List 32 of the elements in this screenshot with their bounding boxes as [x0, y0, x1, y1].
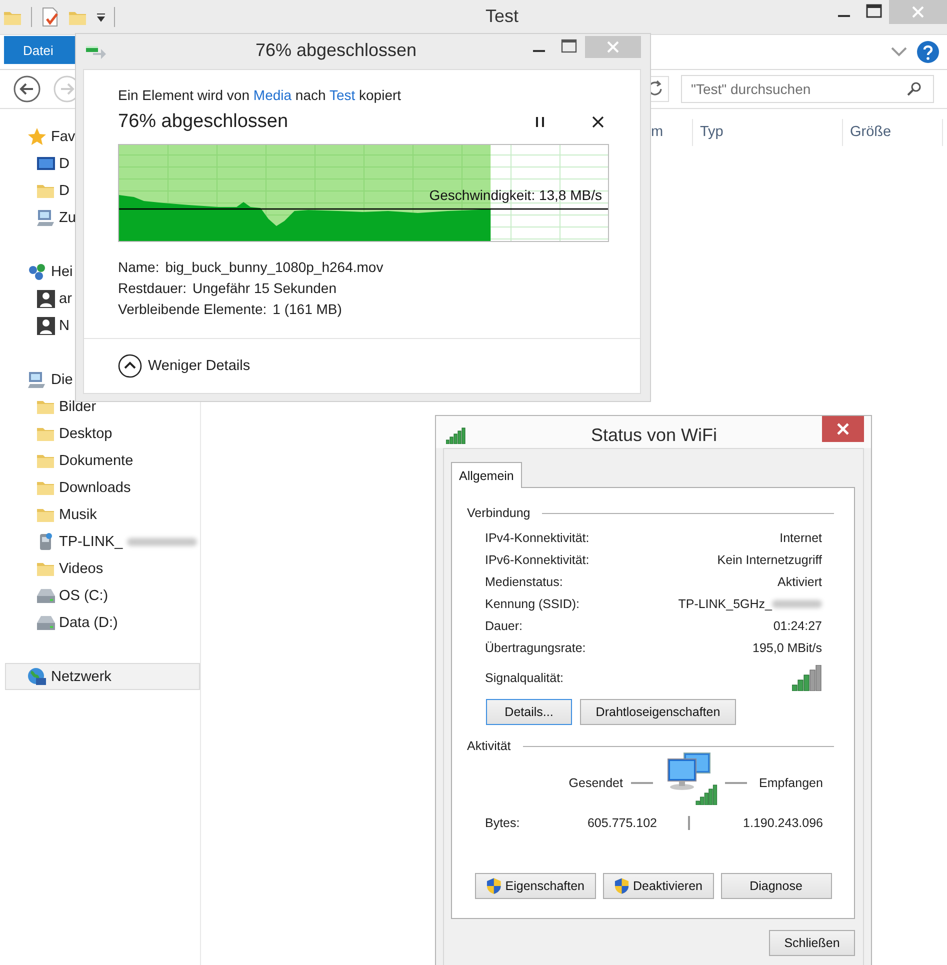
status-message: Ein Element wird von Media nach Test kopiert — [118, 87, 402, 103]
window-title: Status von WiFi — [590, 424, 718, 446]
field-label: IPv4-Konnektivität: — [485, 531, 590, 545]
field-label: IPv6-Konnektivität: — [485, 553, 590, 567]
field-label: Dauer: — [485, 619, 524, 633]
field-label: Übertragungsrate: — [485, 641, 587, 655]
detail-label: Verbleibende Elemente: — [118, 301, 267, 317]
bytes-label: Bytes: — [485, 816, 521, 830]
field-label: Kennung (SSID): — [485, 597, 580, 611]
field-value: Internet — [780, 531, 822, 545]
received-bytes: 1.190.243.096 — [742, 816, 823, 830]
field-value: Aktiviert — [778, 575, 822, 589]
detail-value: big_buck_bunny_1080p_h264.mov — [165, 259, 384, 275]
progress-heading: 76% abgeschlossen — [118, 111, 290, 133]
window-title: 76% abgeschlossen — [254, 39, 418, 61]
field-value: 01:24:27 — [773, 619, 822, 633]
field-value: 195,0 MBit/s — [752, 641, 822, 655]
detail-label: Name: — [118, 259, 160, 275]
speed-label: Geschwindigkeit: 13,8 MB/s — [429, 187, 602, 203]
field-label: Medienstatus: — [485, 575, 564, 589]
sent-label: Gesendet — [568, 776, 623, 790]
detail-value: Ungefähr 15 Sekunden — [192, 280, 336, 296]
detail-value: 1 (161 MB) — [272, 301, 342, 317]
field-value: TP-LINK_5GHz_ — [678, 597, 772, 611]
window-title: Test — [484, 5, 520, 27]
sent-bytes: 605.775.102 — [586, 816, 657, 830]
field-value: Kein Internetzugriff — [717, 553, 822, 567]
field-label: Signalqualität: — [485, 671, 565, 685]
detail-label: Restdauer: — [118, 280, 186, 296]
group-heading: Aktivität — [467, 739, 511, 753]
received-label: Empfangen — [759, 776, 823, 790]
group-heading: Verbindung — [467, 506, 530, 520]
